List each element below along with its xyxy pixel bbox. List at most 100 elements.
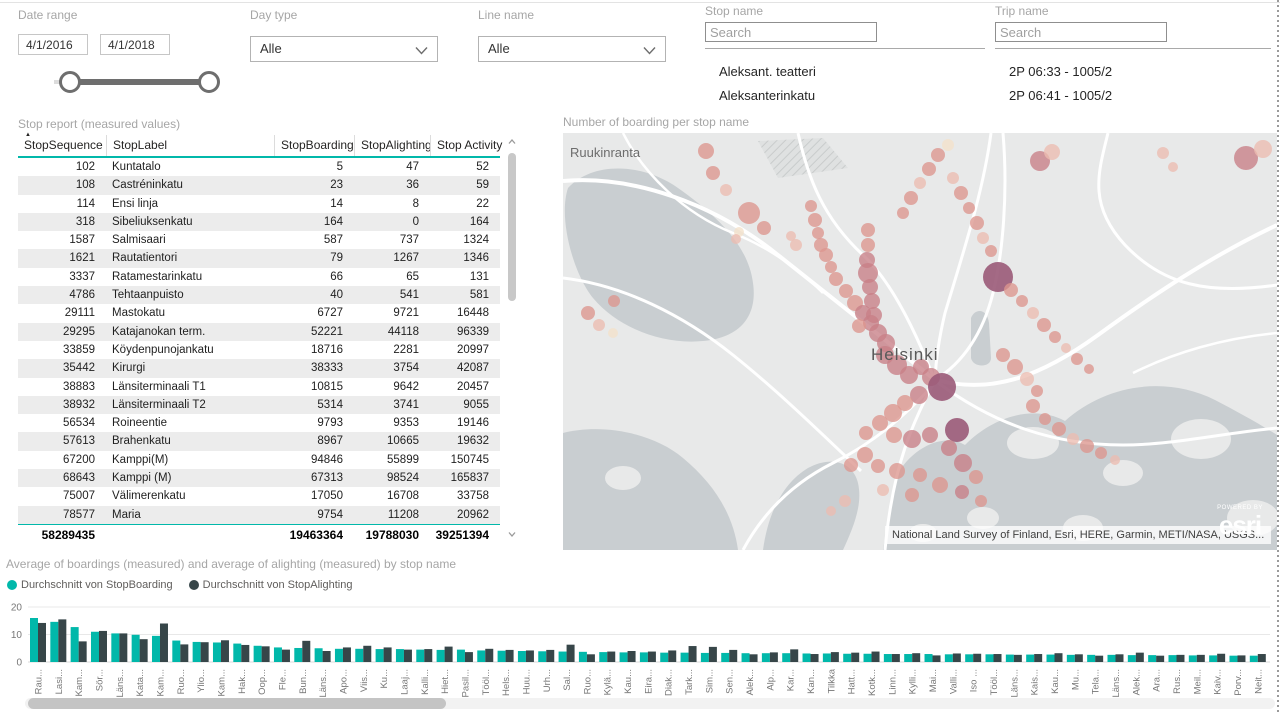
bar-alighting[interactable] bbox=[1014, 655, 1022, 662]
bar-boarding[interactable] bbox=[742, 653, 750, 662]
bar-boarding[interactable] bbox=[904, 654, 912, 662]
bar-boarding[interactable] bbox=[782, 653, 790, 662]
map-bubble[interactable] bbox=[593, 319, 605, 331]
bar-boarding[interactable] bbox=[376, 649, 384, 662]
map-bubble[interactable] bbox=[819, 248, 833, 262]
bar-alighting[interactable] bbox=[79, 641, 87, 662]
bar-boarding[interactable] bbox=[965, 654, 973, 662]
map-bubble[interactable] bbox=[922, 162, 936, 176]
map-bubble[interactable] bbox=[955, 485, 969, 499]
bar-alighting[interactable] bbox=[607, 652, 615, 662]
map-bubble[interactable] bbox=[1049, 331, 1061, 343]
bar-boarding[interactable] bbox=[477, 650, 485, 662]
map-bubble[interactable] bbox=[839, 284, 853, 298]
bar-alighting[interactable] bbox=[1197, 655, 1205, 662]
bar-boarding[interactable] bbox=[1148, 655, 1156, 662]
map-bubble[interactable] bbox=[904, 191, 918, 205]
map-bubble[interactable] bbox=[861, 238, 875, 252]
map-bubble[interactable] bbox=[1020, 372, 1034, 386]
bar-alighting[interactable] bbox=[912, 653, 920, 662]
slider-selected-range[interactable] bbox=[70, 79, 210, 85]
map-bubble[interactable] bbox=[932, 477, 948, 493]
bar-alighting[interactable] bbox=[953, 653, 961, 662]
scroll-up-icon[interactable] bbox=[507, 137, 517, 147]
map-bubble[interactable] bbox=[790, 239, 802, 251]
table-row[interactable]: 38932Länsiterminaali T2531437419055 bbox=[18, 396, 500, 414]
map-bubble[interactable] bbox=[942, 139, 954, 151]
bar-alighting[interactable] bbox=[404, 650, 412, 662]
table-row[interactable]: 38883Länsiterminaali T110815964220457 bbox=[18, 378, 500, 396]
bar-alighting[interactable] bbox=[567, 645, 575, 662]
bar-boarding[interactable] bbox=[111, 633, 119, 662]
bar-boarding[interactable] bbox=[599, 652, 607, 662]
map-bubble[interactable] bbox=[1052, 422, 1066, 436]
bar-boarding[interactable] bbox=[193, 642, 201, 662]
map-bubble[interactable] bbox=[839, 495, 851, 507]
map-bubble[interactable] bbox=[877, 484, 889, 496]
chart-scrollbar-thumb[interactable] bbox=[28, 698, 446, 709]
map-bubble[interactable] bbox=[954, 454, 972, 472]
map-bubble[interactable] bbox=[1067, 433, 1079, 445]
bar-boarding[interactable] bbox=[823, 653, 831, 662]
map-bubble[interactable] bbox=[812, 227, 824, 239]
bar-boarding[interactable] bbox=[803, 653, 811, 662]
map-bubble[interactable] bbox=[1080, 439, 1094, 453]
map-bubble[interactable] bbox=[922, 427, 938, 443]
bar-alighting[interactable] bbox=[506, 650, 514, 662]
map-bubble[interactable] bbox=[859, 426, 873, 440]
bar-boarding[interactable] bbox=[721, 653, 729, 662]
bar-boarding[interactable] bbox=[335, 649, 343, 662]
bar-boarding[interactable] bbox=[701, 653, 709, 662]
bar-boarding[interactable] bbox=[213, 642, 221, 662]
bar-alighting[interactable] bbox=[160, 624, 168, 663]
map-bubble[interactable] bbox=[825, 261, 837, 273]
bar-boarding[interactable] bbox=[1087, 655, 1095, 662]
bar-boarding[interactable] bbox=[864, 654, 872, 662]
map-bubble[interactable] bbox=[928, 373, 956, 401]
bar-boarding[interactable] bbox=[681, 653, 689, 662]
map-bubble[interactable] bbox=[941, 440, 957, 456]
table-row[interactable]: 1621Rautatientori7912671346 bbox=[18, 249, 500, 267]
table-row[interactable]: 57613Brahenkatu89671066519632 bbox=[18, 432, 500, 450]
map-bubble[interactable] bbox=[975, 495, 987, 507]
column-header-stopboarding[interactable]: StopBoarding bbox=[274, 135, 354, 156]
bar-boarding[interactable] bbox=[498, 651, 506, 662]
map-bubble[interactable] bbox=[731, 234, 741, 244]
bar-alighting[interactable] bbox=[1075, 654, 1083, 662]
map-bubble[interactable] bbox=[581, 306, 595, 320]
bar-boarding[interactable] bbox=[1189, 655, 1197, 662]
map-bubble[interactable] bbox=[805, 200, 817, 212]
bar-boarding[interactable] bbox=[1229, 656, 1237, 662]
bar-boarding[interactable] bbox=[30, 618, 38, 662]
map-bubble[interactable] bbox=[829, 272, 843, 286]
bar-alighting[interactable] bbox=[750, 654, 758, 662]
bar-boarding[interactable] bbox=[579, 652, 587, 662]
table-row[interactable]: 108Castréninkatu233659 bbox=[18, 176, 500, 194]
bar-boarding[interactable] bbox=[559, 652, 567, 662]
table-row[interactable]: 1587Salmisaari5877371324 bbox=[18, 231, 500, 249]
trip-name-item[interactable]: 2P 06:33 - 1005/2 bbox=[1009, 60, 1112, 84]
legend-item-boarding[interactable]: Durchschnitt von StopBoarding bbox=[7, 579, 173, 591]
bar-alighting[interactable] bbox=[851, 653, 859, 662]
column-header-stopactivity[interactable]: Stop Activity bbox=[430, 135, 500, 156]
table-row[interactable]: 68643Kamppi (M)6731398524165837 bbox=[18, 469, 500, 487]
bar-alighting[interactable] bbox=[628, 651, 636, 662]
bar-boarding[interactable] bbox=[1250, 656, 1258, 662]
bar-boarding[interactable] bbox=[1047, 655, 1055, 662]
map-bubble[interactable] bbox=[954, 186, 968, 200]
bar-alighting[interactable] bbox=[363, 646, 371, 662]
bar-alighting[interactable] bbox=[180, 644, 188, 662]
bar-boarding[interactable] bbox=[884, 654, 892, 662]
bar-boarding[interactable] bbox=[132, 635, 140, 662]
table-row[interactable]: 78577Maria97541120820962 bbox=[18, 506, 500, 524]
bar-alighting[interactable] bbox=[140, 639, 148, 662]
bar-boarding[interactable] bbox=[457, 650, 465, 662]
map-bubble[interactable] bbox=[947, 172, 959, 184]
map-bubble[interactable] bbox=[698, 143, 714, 159]
stop-name-item[interactable]: Aleksant. teatteri bbox=[719, 60, 816, 84]
map-bubble[interactable] bbox=[852, 319, 866, 333]
map-bubble[interactable] bbox=[738, 202, 760, 224]
map-bubble[interactable] bbox=[720, 184, 732, 196]
bar-boarding[interactable] bbox=[843, 654, 851, 662]
bar-boarding[interactable] bbox=[925, 654, 933, 662]
